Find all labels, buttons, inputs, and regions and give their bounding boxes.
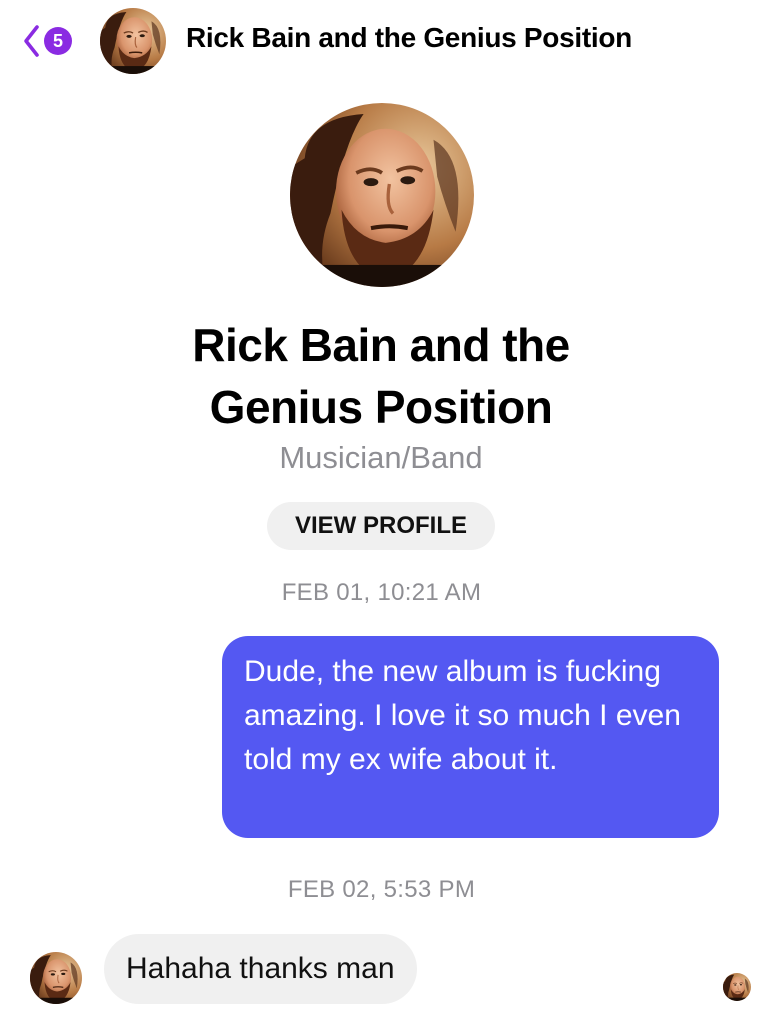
chevron-left-icon	[24, 25, 39, 57]
chat-header: 5 Rick Bain and the Genius Position	[0, 0, 763, 84]
profile-avatar-image	[290, 103, 474, 287]
header-avatar[interactable]	[100, 8, 166, 74]
profile-avatar[interactable]	[290, 103, 474, 287]
sender-avatar-image	[30, 952, 82, 1004]
contact-avatar-image	[100, 8, 166, 74]
sender-avatar[interactable]	[30, 952, 82, 1004]
message-timestamp: FEB 01, 10:21 AM	[281, 579, 482, 606]
chat-title[interactable]: Rick Bain and the Genius Position	[186, 22, 632, 54]
read-receipt-image	[723, 973, 751, 1001]
back-button[interactable]: 5	[22, 22, 72, 60]
outgoing-message-bubble[interactable]: Dude, the new album is fucking amazing. …	[222, 636, 719, 838]
unread-count-badge: 5	[44, 27, 72, 55]
read-receipt-avatar	[723, 973, 751, 1001]
view-profile-button[interactable]: VIEW PROFILE	[267, 502, 495, 550]
incoming-message-bubble[interactable]: Hahaha thanks man	[104, 934, 417, 1004]
message-timestamp: FEB 02, 5:53 PM	[287, 876, 476, 903]
profile-category: Musician/Band	[279, 440, 483, 475]
profile-name: Rick Bain and the Genius Position	[192, 319, 570, 433]
